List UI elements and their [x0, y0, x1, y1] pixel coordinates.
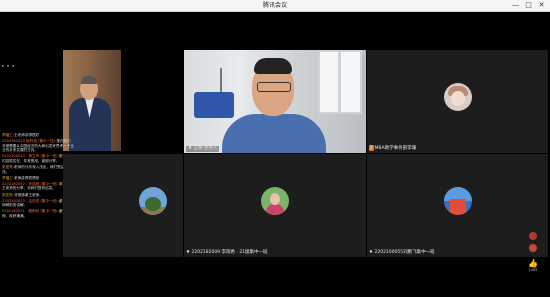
glasses-icon — [257, 82, 291, 92]
flower-gift-icon[interactable] — [529, 232, 537, 240]
speaker-body — [222, 114, 326, 153]
title-bar: 腾讯会议 — □ ✕ — [0, 0, 550, 12]
chat-sender: 2202100033 - 杨立华 (集中一班): — [2, 154, 59, 159]
participant-name: ♦ 王辉·主持人 — [186, 146, 220, 152]
avatar — [444, 83, 472, 111]
chat-message: 2202182020 赵轩浩 (集中一班):现在我们非常需要从中国经济的大局出发… — [2, 139, 74, 153]
chat-sender: 李福工: — [2, 133, 14, 137]
chat-sender: 张宏亮: — [2, 165, 14, 170]
mic-icon: ♦ — [188, 146, 193, 151]
video-tile-main-speaker[interactable]: ♦ 王辉·主持人 — [184, 50, 366, 153]
participant-name: 2 MBA教学事务部李珊 — [369, 145, 417, 151]
chat-sender: 2202182021 - 程雨欣 (集中一班): — [2, 209, 59, 214]
video-tile-participant[interactable]: ♦ 2202100055刘鹏飞集中一班 — [367, 154, 548, 257]
window-controls: — □ ✕ — [509, 0, 548, 11]
video-tile-participant[interactable]: 2 MBA教学事务部李珊 — [367, 50, 548, 153]
participant-badge: 2 — [369, 145, 374, 151]
room-window — [318, 50, 362, 114]
like-count: 2565 — [528, 268, 538, 272]
avatar — [444, 187, 472, 215]
mic-icon: ♦ — [369, 250, 374, 255]
chat-sender: 李福工: — [2, 175, 14, 180]
maximize-button[interactable]: □ — [522, 0, 535, 11]
chat-message: 李福工:王老师讲得很好 — [2, 133, 74, 138]
blue-sofa — [194, 92, 234, 118]
window-title: 腾讯会议 — [262, 2, 287, 9]
chat-sender: 2202182020 赵轩浩 (集中一班): — [2, 139, 57, 144]
thumbs-up-icon: 👍 — [528, 259, 538, 268]
gift-icon[interactable] — [529, 244, 537, 252]
more-options-icon[interactable] — [2, 55, 32, 67]
close-button[interactable]: ✕ — [535, 0, 548, 11]
participant-name: ♦ 2202182009 李雨希 · 21级集中一班 — [186, 250, 268, 255]
avatar — [139, 187, 167, 215]
avatar — [261, 187, 289, 215]
minimize-button[interactable]: — — [509, 0, 522, 11]
chat-text: 王老师讲得很好 — [14, 133, 40, 137]
mic-icon: ♦ — [186, 250, 191, 255]
chat-text: 老师讲得很透彻 — [14, 175, 40, 180]
video-tile-participant[interactable]: ♦ 2202182009 李雨希 · 21级集中一班 — [184, 154, 366, 257]
participant-name: ♦ 2202100055刘鹏飞集中一班 — [369, 250, 435, 255]
like-button[interactable]: 👍 2565 — [526, 259, 540, 281]
chat-text: 非常感谢王老师。 — [14, 192, 43, 197]
video-tile-participant[interactable] — [63, 154, 183, 257]
chat-sender: 张宏亮: — [2, 192, 14, 197]
